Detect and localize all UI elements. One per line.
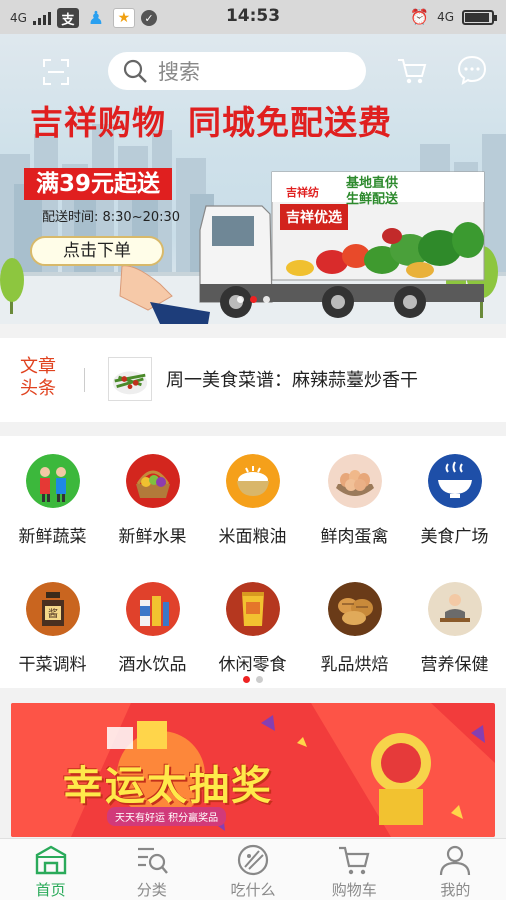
category-label: 美食广场 [420,527,489,547]
category-label: 营养保健 [420,655,489,675]
snack-bag-icon [225,582,280,636]
category-grid: 新鲜蔬菜 新鲜水果 米面粮油 鲜肉蛋禽 美食广场 酱 干菜调料 酒水饮品 休闲零… [0,436,506,688]
tab-label: 吃什么 [230,881,276,899]
divider [84,368,85,392]
banner-pagination [0,296,506,303]
hot-dish-icon [427,454,482,508]
news-tag: 文章头条 [20,356,56,399]
category-label: 乳品烘焙 [320,655,389,675]
truck-tag: 吉祥优选 [280,204,348,230]
category-dairy-bakery[interactable]: 乳品烘焙 [304,582,405,675]
tab-label: 购物车 [331,881,377,899]
category-label: 米面粮油 [218,527,287,547]
tab-home[interactable]: 首页 [0,839,101,900]
home-icon [35,845,66,875]
category-fruit[interactable]: 新鲜水果 [102,454,203,547]
search-icon [123,59,147,83]
user-icon [440,845,471,876]
category-vegetables[interactable]: 新鲜蔬菜 [2,454,103,547]
top-bar: 搜索 [0,48,506,92]
order-now-button[interactable]: 点击下单 [30,236,164,266]
rice-bowl-icon [225,454,280,508]
category-label: 新鲜蔬菜 [18,527,87,547]
food-icon [237,844,269,876]
category-snacks[interactable]: 休闲零食 [202,582,303,675]
drinks-icon [125,582,180,636]
category-pagination [0,676,506,683]
search-placeholder: 搜索 [158,60,200,84]
category-label: 干菜调料 [18,655,87,675]
eggs-icon [327,454,382,508]
category-meat-eggs[interactable]: 鲜肉蛋禽 [304,454,405,547]
message-icon[interactable] [456,54,488,86]
health-icon [427,582,482,636]
category-drinks[interactable]: 酒水饮品 [102,582,203,675]
battery-icon [462,9,497,25]
network-type-right: 4G [437,10,454,24]
hero-headline: 吉祥购物 同城免配送费 [30,96,392,144]
vegetables-icon [25,454,80,508]
category-grain-oil[interactable]: 米面粮油 [202,454,303,547]
delivery-time: 配送时间: 8:30~20:30 [42,210,181,225]
bread-icon [327,582,382,636]
category-label: 新鲜水果 [118,527,187,547]
truck-brand-logo: 吉祥纺 [286,186,319,199]
search-input[interactable]: 搜索 [108,52,366,90]
tab-what-to-eat[interactable]: 吃什么 [202,839,303,900]
news-bar[interactable]: 文章头条 周一美食菜谱：麻辣蒜薹炒香干 [0,338,506,422]
fruit-basket-icon [125,454,180,508]
news-thumbnail [108,357,152,401]
tab-label: 分类 [136,881,167,899]
tab-label: 我的 [440,881,471,899]
tab-category[interactable]: 分类 [101,839,202,900]
category-label: 休闲零食 [218,655,287,675]
promo-title: 幸运太抽奖 [63,763,273,809]
cart-icon [339,846,370,875]
category-search-icon [137,847,168,874]
promo-subtitle: 天天有好运 积分赢奖品 [107,807,227,826]
hero-headline-left: 吉祥购物 [30,103,166,142]
svg-text:酱: 酱 [48,607,58,620]
cart-icon[interactable] [396,56,428,86]
alarm-icon: ⏰ [410,8,430,26]
tab-profile[interactable]: 我的 [405,839,506,900]
bottom-tab-bar: 首页 分类 吃什么 购物车 我的 [0,838,506,900]
tab-cart[interactable]: 购物车 [304,839,405,900]
status-bar: 4G 支 ♟ ★ ✓ 14:53 ⏰ 4G [0,0,506,34]
scan-icon[interactable] [42,58,70,86]
lottery-promo-banner[interactable]: 幸运太抽奖 天天有好运 积分赢奖品 [11,703,495,837]
category-label: 酒水饮品 [118,655,187,675]
min-order-badge: 满39元起送 [24,168,173,200]
hero-banner[interactable]: 搜索 吉祥购物 同城免配送费 满39元起送 配送时间: 8:30~20:30 点击… [0,34,506,324]
category-label: 鲜肉蛋禽 [320,527,389,547]
sauce-jar-icon: 酱 [25,582,80,636]
tab-label: 首页 [35,881,66,899]
truck-slogan: 基地直供生鲜配送 [346,176,399,207]
hero-headline-right: 同城免配送费 [188,103,392,142]
category-dry-goods[interactable]: 酱 干菜调料 [2,582,103,675]
news-headline[interactable]: 周一美食菜谱：麻辣蒜薹炒香干 [166,366,418,392]
category-food-court[interactable]: 美食广场 [404,454,505,547]
category-health[interactable]: 营养保健 [404,582,505,675]
